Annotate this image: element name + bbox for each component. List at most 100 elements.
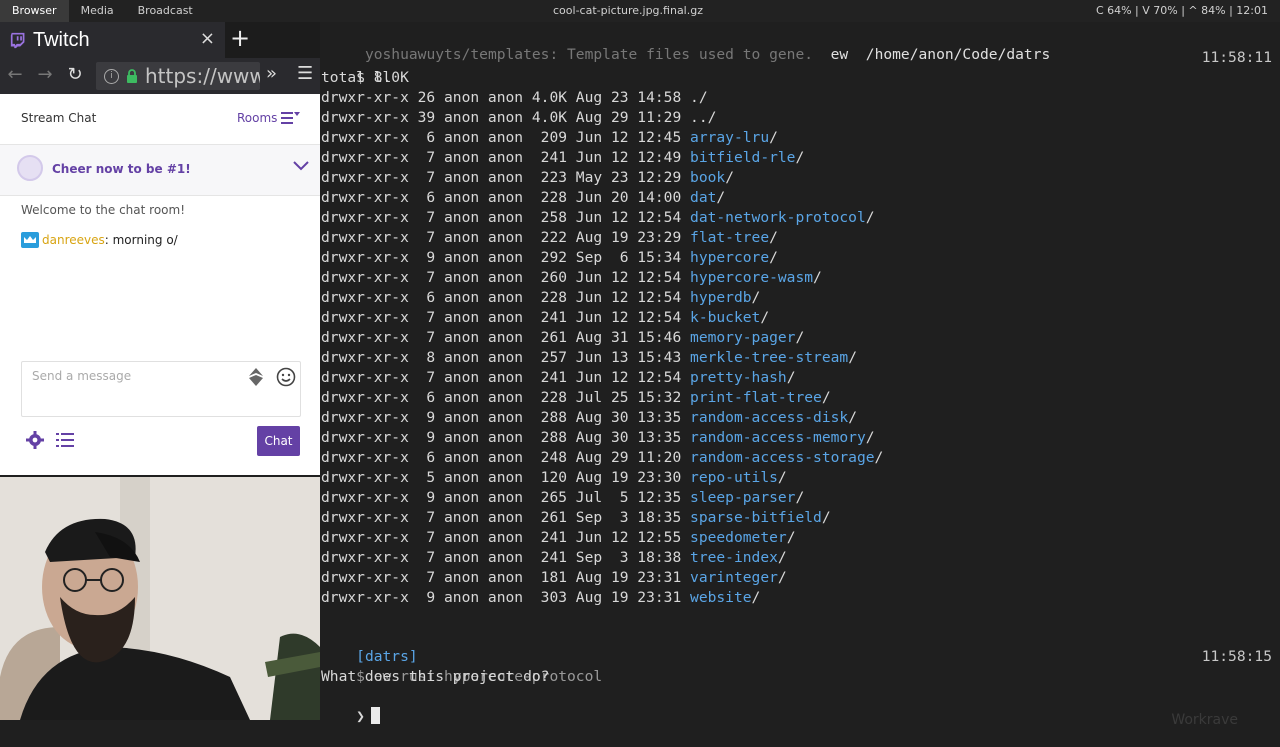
listing-name[interactable]: dat bbox=[690, 189, 716, 206]
listing-name[interactable]: book bbox=[690, 169, 725, 186]
chat-message-text: : morning o/ bbox=[104, 233, 178, 247]
listing-name[interactable]: bitfield-rle bbox=[690, 149, 795, 166]
listing-name[interactable]: hypercore-wasm bbox=[690, 269, 813, 286]
bits-icon[interactable] bbox=[249, 368, 263, 386]
listing-name[interactable]: ../ bbox=[690, 109, 716, 126]
browser-tab-twitch[interactable]: Twitch × bbox=[0, 22, 225, 58]
listing-slash: / bbox=[813, 269, 822, 286]
input-line[interactable]: ❯ bbox=[321, 687, 380, 747]
listing-meta: drwxr-xr-x 7 anon anon 258 Jun 12 12:54 bbox=[321, 209, 691, 226]
back-arrow-icon[interactable]: ← bbox=[4, 64, 26, 85]
chat-message: danreeves : morning o/ bbox=[21, 232, 178, 248]
overflow-chevrons-icon[interactable]: » bbox=[266, 63, 277, 84]
listing-name[interactable]: merkle-tree-stream bbox=[690, 349, 848, 366]
chat-title: Stream Chat bbox=[21, 111, 97, 125]
listing-meta: drwxr-xr-x 9 anon anon 288 Aug 30 13:35 bbox=[321, 429, 691, 446]
workspace-tab-media[interactable]: Media bbox=[69, 0, 126, 22]
listing-meta: drwxr-xr-x 6 anon anon 209 Jun 12 12:45 bbox=[321, 129, 691, 146]
terminal-window[interactable]: yoshuawuyts/templates: Template files us… bbox=[320, 22, 1280, 728]
listing-row: drwxr-xr-x 7 anon anon 241 Jun 12 12:54 … bbox=[321, 308, 769, 328]
listing-name[interactable]: tree-index bbox=[690, 549, 778, 566]
listing-slash: / bbox=[716, 189, 726, 206]
listing-name[interactable]: ./ bbox=[690, 89, 708, 106]
listing-meta: drwxr-xr-x 7 anon anon 241 Jun 12 12:54 bbox=[321, 309, 691, 326]
webcam-feed bbox=[0, 477, 320, 720]
listing-meta: drwxr-xr-x 5 anon anon 120 Aug 19 23:30 bbox=[321, 469, 691, 486]
listing-slash: / bbox=[821, 509, 831, 526]
listing-name[interactable]: random-access-storage bbox=[690, 449, 875, 466]
listing-meta: drwxr-xr-x 7 anon anon 241 Jun 12 12:55 bbox=[321, 529, 691, 546]
listing-name[interactable]: website bbox=[690, 589, 752, 606]
listing-slash: / bbox=[777, 549, 787, 566]
listing-name[interactable]: print-flat-tree bbox=[690, 389, 822, 406]
listing-slash: / bbox=[874, 449, 884, 466]
cheer-banner[interactable]: Cheer now to be #1! bbox=[0, 145, 320, 196]
listing-meta: drwxr-xr-x 7 anon anon 223 May 23 12:29 bbox=[321, 169, 691, 186]
listing-slash: / bbox=[760, 309, 770, 326]
listing-meta: drwxr-xr-x 7 anon anon 241 Jun 12 12:54 bbox=[321, 369, 691, 386]
listing-name[interactable]: varinteger bbox=[690, 569, 778, 586]
listing-row: drwxr-xr-x 6 anon anon 228 Jun 20 14:00 … bbox=[321, 188, 725, 208]
listing-slash: / bbox=[769, 229, 778, 246]
listing-name[interactable]: repo-utils bbox=[690, 469, 778, 486]
listing-meta: drwxr-xr-x 7 anon anon 222 Aug 19 23:29 bbox=[321, 229, 691, 246]
rooms-button[interactable]: Rooms bbox=[237, 111, 277, 125]
chat-header: Stream Chat Rooms bbox=[0, 94, 320, 145]
listing-meta: drwxr-xr-x 9 anon anon 292 Sep 6 15:34 bbox=[321, 249, 691, 266]
emote-smiley-icon[interactable] bbox=[276, 367, 296, 387]
listing-name[interactable]: k-bucket bbox=[690, 309, 760, 326]
listing-name[interactable]: random-access-memory bbox=[690, 429, 866, 446]
listing-name[interactable]: sleep-parser bbox=[690, 489, 795, 506]
listing-row: drwxr-xr-x 9 anon anon 265 Jul 5 12:35 s… bbox=[321, 488, 804, 508]
send-chat-button[interactable]: Chat bbox=[257, 426, 300, 456]
chevron-down-icon[interactable] bbox=[293, 161, 309, 171]
browser-nav-bar: ← → ↻ i https://www.twitch.tv » ☰ bbox=[0, 58, 320, 94]
info-icon[interactable]: i bbox=[104, 68, 119, 84]
forward-arrow-icon[interactable]: → bbox=[34, 64, 56, 85]
browser-window: Twitch × + ← → ↻ i https://www.twitch.tv… bbox=[0, 22, 320, 475]
chat-input[interactable]: Send a message bbox=[21, 361, 301, 417]
listing-slash: / bbox=[795, 149, 805, 166]
listing-slash: / bbox=[777, 569, 787, 586]
workspace-tab-broadcast[interactable]: Broadcast bbox=[126, 0, 205, 22]
listing-name[interactable]: speedometer bbox=[690, 529, 787, 546]
terminal-repo-title: yoshuawuyts/templates: Template files us… bbox=[356, 46, 814, 63]
command-timestamp: 11:58:11 bbox=[1201, 49, 1272, 66]
rooms-list-icon[interactable] bbox=[281, 110, 300, 126]
lock-icon bbox=[127, 69, 137, 83]
listing-name[interactable]: hyperdb bbox=[690, 289, 752, 306]
workspace-tab-browser[interactable]: Browser bbox=[0, 0, 69, 22]
crown-badge-icon bbox=[21, 232, 39, 248]
listing-name[interactable]: array-lru bbox=[690, 129, 769, 146]
listing-slash: / bbox=[751, 589, 761, 606]
cheer-badge-icon bbox=[17, 155, 43, 181]
listing-row: drwxr-xr-x 7 anon anon 261 Sep 3 18:35 s… bbox=[321, 508, 831, 528]
chat-username[interactable]: danreeves bbox=[42, 233, 105, 247]
command-timestamp-2: 11:58:15 bbox=[1201, 648, 1272, 665]
listing-row: drwxr-xr-x 8 anon anon 257 Jun 13 15:43 … bbox=[321, 348, 857, 368]
hamburger-menu-icon[interactable]: ☰ bbox=[297, 63, 313, 84]
listing-row: drwxr-xr-x 39 anon anon 4.0K Aug 29 11:2… bbox=[321, 108, 716, 128]
viewer-list-icon[interactable] bbox=[56, 432, 74, 448]
listing-name[interactable]: pretty-hash bbox=[690, 369, 787, 386]
reload-icon[interactable]: ↻ bbox=[64, 64, 86, 85]
listing-meta: drwxr-xr-x 6 anon anon 248 Aug 29 11:20 bbox=[321, 449, 691, 466]
url-bar[interactable]: i https://www.twitch.tv bbox=[96, 62, 260, 90]
listing-row: drwxr-xr-x 6 anon anon 209 Jun 12 12:45 … bbox=[321, 128, 778, 148]
gear-icon[interactable] bbox=[26, 431, 44, 449]
listing-name[interactable]: memory-pager bbox=[690, 329, 795, 346]
listing-name[interactable]: flat-tree bbox=[690, 229, 769, 246]
listing-name[interactable]: hypercore bbox=[690, 249, 769, 266]
close-tab-icon[interactable]: × bbox=[200, 28, 215, 49]
workspace-tabs: Browser Media Broadcast bbox=[0, 0, 205, 22]
terminal-cwd: /home/anon/Code/datrs bbox=[865, 46, 1051, 63]
listing-slash: / bbox=[821, 389, 831, 406]
listing-meta: drwxr-xr-x 7 anon anon 260 Jun 12 12:54 bbox=[321, 269, 691, 286]
listing-slash: / bbox=[777, 469, 787, 486]
listing-name[interactable]: random-access-disk bbox=[690, 409, 848, 426]
listing-slash: / bbox=[769, 249, 778, 266]
new-tab-button[interactable]: + bbox=[230, 24, 250, 52]
listing-name[interactable]: sparse-bitfield bbox=[690, 509, 822, 526]
cheer-text: Cheer now to be #1! bbox=[52, 162, 191, 176]
listing-name[interactable]: dat-network-protocol bbox=[690, 209, 866, 226]
